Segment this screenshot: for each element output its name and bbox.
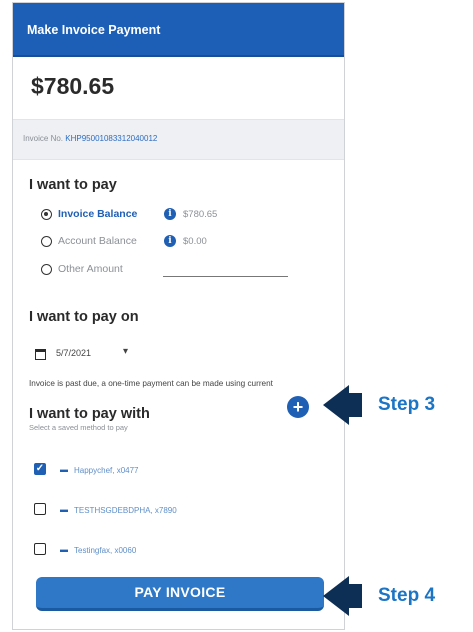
- checkbox-method-3[interactable]: [34, 543, 46, 555]
- invoice-number-label: Invoice No.: [23, 134, 64, 143]
- step4-arrow-icon: [323, 576, 349, 616]
- radio-account-balance[interactable]: [41, 236, 52, 247]
- invoice-number-link[interactable]: KHP95001083312040012: [65, 134, 157, 143]
- panel-title: Make Invoice Payment: [27, 23, 161, 37]
- pay-date-value[interactable]: 5/7/2021: [56, 348, 91, 358]
- account-balance-value: $0.00: [183, 236, 207, 247]
- checkbox-method-2[interactable]: [34, 503, 46, 515]
- bank-icon: ▬: [60, 505, 68, 514]
- other-amount-label[interactable]: Other Amount: [58, 263, 123, 275]
- other-amount-input[interactable]: [163, 276, 288, 277]
- pay-date-heading: I want to pay on: [29, 309, 139, 325]
- info-icon[interactable]: i: [164, 208, 176, 220]
- invoice-balance-value: $780.65: [183, 209, 218, 220]
- invoice-amount: $780.65: [31, 73, 115, 99]
- step3-arrow-tail: [347, 393, 362, 417]
- invoice-number-bar: Invoice No. KHP95001083312040012: [13, 119, 344, 160]
- invoice-number-row: Invoice No. KHP95001083312040012: [23, 134, 157, 143]
- payment-method-1[interactable]: Happychef, x0477: [74, 466, 139, 475]
- pay-method-heading: I want to pay with: [29, 406, 150, 422]
- payment-method-3[interactable]: Testingfax, x0060: [74, 546, 136, 555]
- step4-label: Step 4: [378, 585, 436, 606]
- radio-other-amount[interactable]: [41, 264, 52, 275]
- pay-amount-heading: I want to pay: [29, 177, 117, 193]
- panel-titlebar: Make Invoice Payment: [13, 3, 344, 57]
- pay-invoice-button[interactable]: PAY INVOICE: [36, 577, 324, 611]
- payment-method-2[interactable]: TESTHSGDEBDPHA, x7890: [74, 506, 177, 515]
- step3-arrow-icon: [323, 385, 349, 425]
- bank-icon: ▬: [60, 545, 68, 554]
- calendar-icon[interactable]: [35, 349, 46, 360]
- account-balance-label[interactable]: Account Balance: [58, 235, 137, 247]
- step3-label: Step 3: [378, 394, 436, 415]
- chevron-down-icon[interactable]: ▾: [123, 346, 128, 357]
- payment-panel: Make Invoice Payment $780.65 Invoice No.…: [12, 2, 345, 630]
- checkbox-method-1[interactable]: ✓: [34, 463, 46, 475]
- past-due-note: Invoice is past due, a one-time payment …: [29, 379, 273, 388]
- radio-invoice-balance[interactable]: [41, 209, 52, 220]
- invoice-balance-label[interactable]: Invoice Balance: [58, 208, 137, 220]
- pay-method-subtext: Select a saved method to pay: [29, 423, 128, 432]
- step4-arrow-tail: [347, 584, 362, 608]
- add-payment-method-button[interactable]: +: [287, 396, 309, 418]
- bank-icon: ▬: [60, 465, 68, 474]
- info-icon[interactable]: i: [164, 235, 176, 247]
